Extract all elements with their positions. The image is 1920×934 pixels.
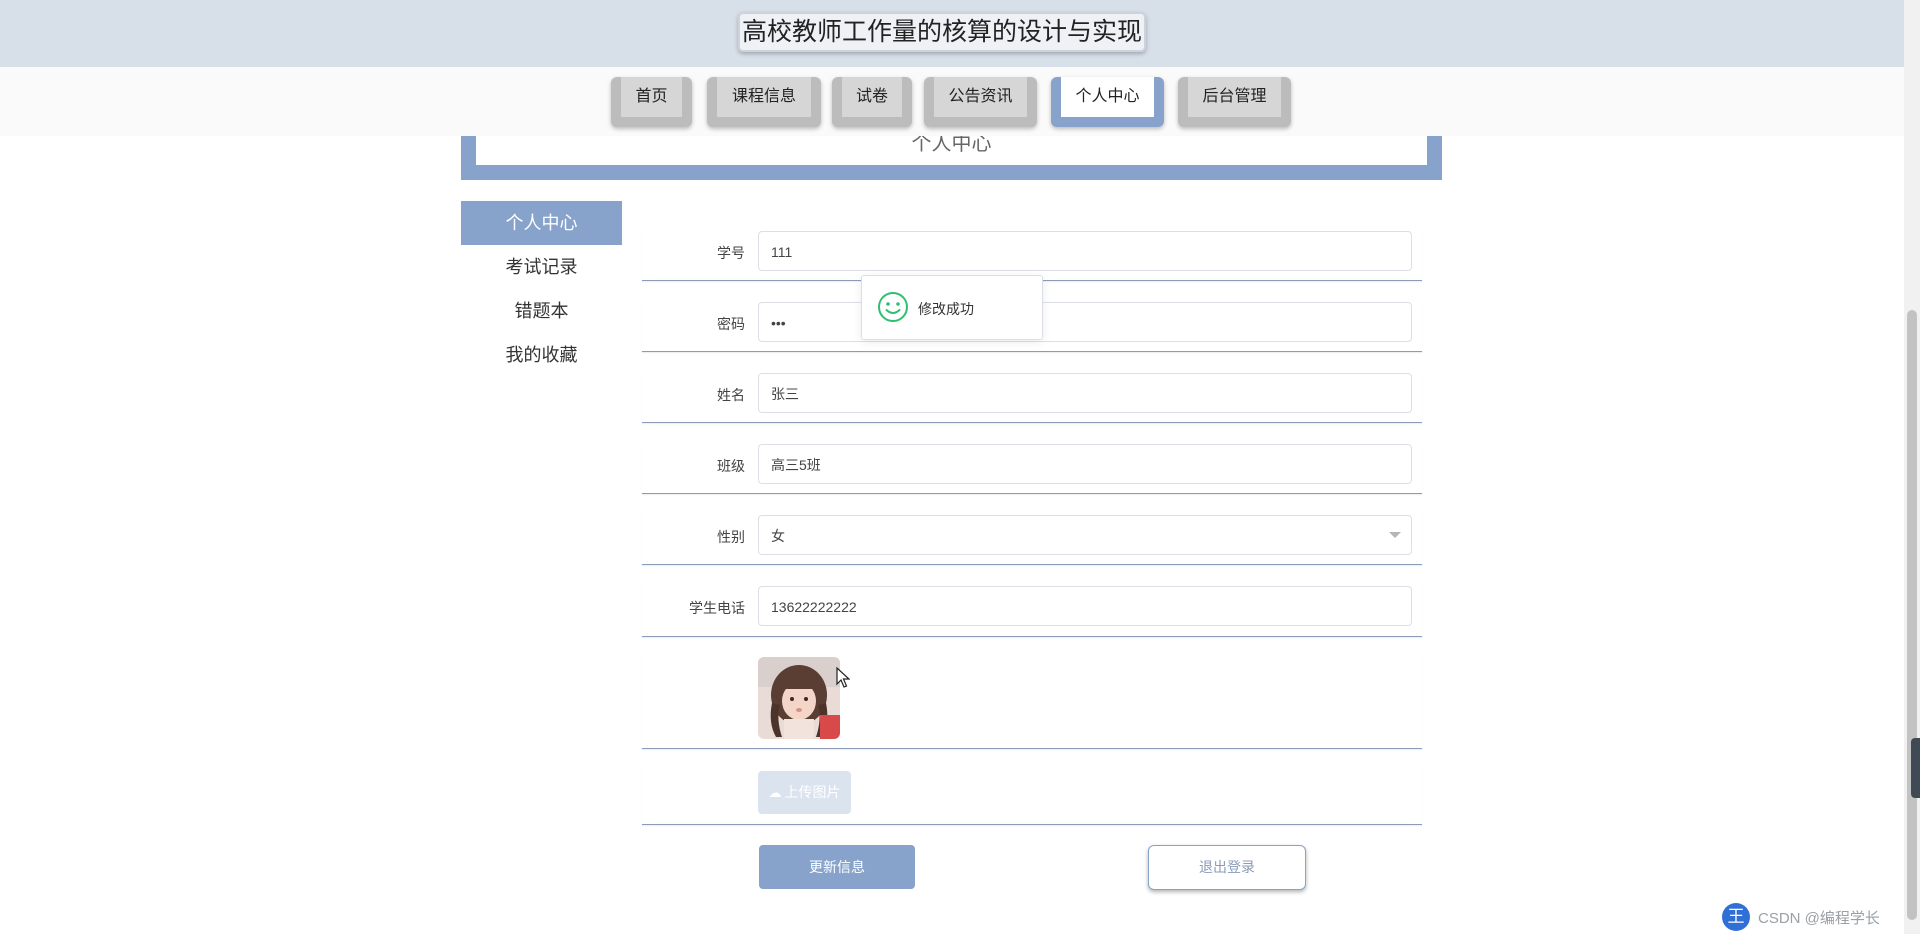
password-label: 密码 xyxy=(717,316,745,332)
scrollbar-thumb[interactable] xyxy=(1907,310,1917,920)
cloud-upload-icon: ☁ xyxy=(768,785,782,800)
nav-personal-center-label: 个人中心 xyxy=(1061,77,1154,117)
nav-course-info[interactable]: 课程信息 xyxy=(707,77,821,127)
smile-icon xyxy=(878,292,908,322)
upload-image-label: 上传图片 xyxy=(784,784,841,800)
page-banner: 个人中心 xyxy=(461,136,1442,180)
side-panel-handle[interactable] xyxy=(1911,738,1920,798)
form-row-gender: 性别 女 xyxy=(642,514,1422,565)
success-toast: 修改成功 xyxy=(861,275,1043,340)
chevron-down-icon xyxy=(1389,532,1401,538)
gender-label: 性别 xyxy=(717,529,745,545)
nav-announcements[interactable]: 公告资讯 xyxy=(924,77,1037,127)
nav-admin-label: 后台管理 xyxy=(1188,77,1281,117)
gender-select-value: 女 xyxy=(771,528,785,544)
student-id-input[interactable]: 111 xyxy=(758,231,1412,271)
site-title: 高校教师工作量的核算的设计与实现 xyxy=(738,12,1146,52)
side-item-personal-center[interactable]: 个人中心 xyxy=(461,201,622,245)
avatar xyxy=(758,657,840,739)
ime-toolbar: 王 CSDN @编程学长 xyxy=(1722,903,1902,931)
page-banner-title: 个人中心 xyxy=(911,136,992,155)
side-item-exam-records[interactable]: 考试记录 xyxy=(461,245,622,289)
class-label: 班级 xyxy=(717,458,745,474)
main-nav: 首页 课程信息 试卷 公告资讯 个人中心 后台管理 xyxy=(0,67,1904,136)
upload-image-button[interactable]: ☁ 上传图片 xyxy=(758,771,851,814)
avatar-image xyxy=(758,657,840,739)
student-id-label: 学号 xyxy=(717,245,745,261)
name-input[interactable]: 张三 xyxy=(758,373,1412,413)
password-input[interactable]: ••• xyxy=(758,302,1412,342)
class-input[interactable]: 高三5班 xyxy=(758,444,1412,484)
nav-announcements-label: 公告资讯 xyxy=(934,77,1027,117)
nav-exam-paper-label: 试卷 xyxy=(842,77,902,117)
form-row-name: 姓名 张三 xyxy=(642,372,1422,423)
nav-home-label: 首页 xyxy=(621,77,682,117)
gender-select[interactable]: 女 xyxy=(758,515,1412,555)
nav-admin[interactable]: 后台管理 xyxy=(1178,77,1291,127)
form-row-phone: 学生电话 13622222222 xyxy=(642,585,1422,637)
ime-badge[interactable]: 王 xyxy=(1722,903,1750,931)
side-item-favorites[interactable]: 我的收藏 xyxy=(461,333,622,377)
form-row-student-id: 学号 111 xyxy=(642,230,1422,281)
form-row-class: 班级 高三5班 xyxy=(642,443,1422,494)
phone-label: 学生电话 xyxy=(689,600,745,616)
nav-personal-center[interactable]: 个人中心 xyxy=(1051,77,1164,127)
top-header: 高校教师工作量的核算的设计与实现 xyxy=(0,0,1904,67)
nav-course-info-label: 课程信息 xyxy=(717,77,811,117)
toast-message: 修改成功 xyxy=(918,301,974,317)
phone-input[interactable]: 13622222222 xyxy=(758,586,1412,626)
update-info-button[interactable]: 更新信息 xyxy=(759,845,915,889)
watermark: CSDN @编程学长 xyxy=(1758,910,1880,927)
side-item-wrong-questions[interactable]: 错题本 xyxy=(461,289,622,333)
logout-button[interactable]: 退出登录 xyxy=(1148,845,1306,890)
nav-home[interactable]: 首页 xyxy=(611,77,692,127)
side-menu: 个人中心 考试记录 错题本 我的收藏 xyxy=(461,201,622,377)
mouse-cursor-icon xyxy=(836,667,850,688)
name-label: 姓名 xyxy=(717,387,745,403)
nav-exam-paper[interactable]: 试卷 xyxy=(832,77,912,127)
